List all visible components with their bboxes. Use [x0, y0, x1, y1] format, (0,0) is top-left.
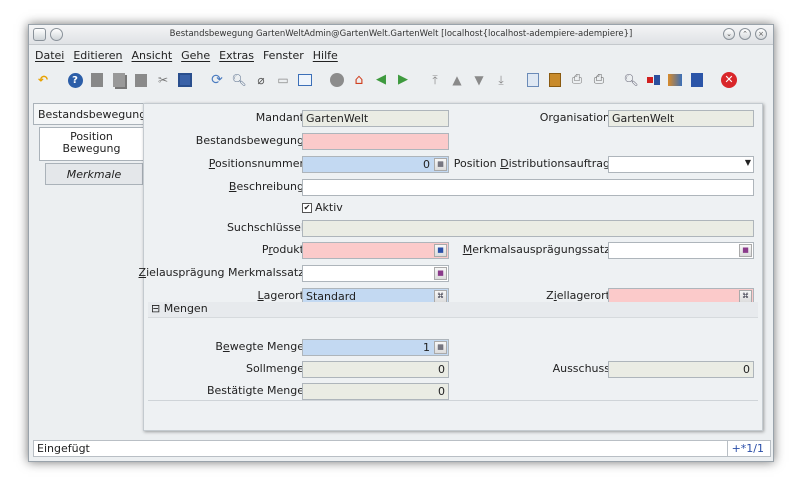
help-icon[interactable]: ?	[67, 72, 83, 88]
menu-editieren[interactable]: Editieren	[73, 49, 122, 62]
toolbar: ↶ ? ✂ ⟳ 🔍︎ ⌀ ▭ ⌂ ◀ ▶ ⤒ ▲ ▼ ⤓ ⎙ ⎙ 🔍︎ ✕	[29, 65, 773, 95]
sollmenge-label: Sollmenge	[245, 362, 304, 375]
next-record-icon[interactable]: ▼	[471, 72, 487, 88]
bewegte-menge-field[interactable]: 1 ▦	[302, 339, 449, 356]
window-title: Bestandsbewegung GartenWeltAdmin@GartenW…	[169, 29, 633, 39]
back-icon[interactable]: ◀	[373, 72, 389, 88]
first-record-icon[interactable]: ⤒	[427, 72, 443, 88]
attachment-icon[interactable]: ⌀	[253, 72, 269, 88]
undo-icon[interactable]: ↶	[35, 72, 51, 88]
menu-fenster[interactable]: Fenster	[263, 49, 304, 62]
previous-record-icon[interactable]: ▲	[449, 72, 465, 88]
menu-ansicht[interactable]: Ansicht	[132, 49, 173, 62]
merkmalsauspraegung-field[interactable]: ■	[608, 242, 754, 259]
mandant-label: Mandant	[255, 111, 304, 124]
bestandsbewegung-label: Bestandsbewegung	[195, 134, 304, 147]
copy-icon[interactable]	[111, 72, 127, 88]
print-preview-icon[interactable]: ⎙	[569, 72, 585, 88]
refresh-icon[interactable]: ⟳	[209, 72, 225, 88]
calculator-icon[interactable]: ▦	[434, 158, 447, 171]
product-search-icon[interactable]: ■	[434, 244, 447, 257]
menu-gehe[interactable]: Gehe	[181, 49, 210, 62]
request-icon[interactable]	[689, 72, 705, 88]
active-workflows-icon[interactable]	[645, 72, 661, 88]
positionsnummer-value: 0	[423, 158, 430, 171]
merkmalsauspraegung-label: Merkmalsausprägungssatz	[462, 243, 610, 256]
produkt-field[interactable]: ■	[302, 242, 449, 259]
sollmenge-field[interactable]: 0	[302, 361, 449, 378]
home-icon[interactable]: ⌂	[351, 72, 367, 88]
section-divider	[148, 400, 758, 401]
menu-datei[interactable]: Datei	[35, 49, 64, 62]
chevron-down-icon[interactable]: ▼	[745, 158, 751, 167]
suchschluessel-field[interactable]	[302, 220, 754, 237]
ausschuss-field[interactable]: 0	[608, 361, 754, 378]
title-bar: Bestandsbewegung GartenWeltAdmin@GartenW…	[29, 25, 773, 45]
status-bar: Eingefügt +*1/1	[33, 440, 771, 457]
zoom-across-icon[interactable]: 🔍︎	[623, 72, 639, 88]
bestaetigte-menge-field[interactable]: 0	[302, 383, 449, 400]
beschreibung-field[interactable]	[302, 179, 754, 196]
grid-toggle-icon[interactable]	[297, 72, 313, 88]
maximize-button[interactable]: ⌃	[739, 28, 751, 40]
organisation-field[interactable]: GartenWelt	[608, 110, 754, 127]
menu-hilfe[interactable]: Hilfe	[313, 49, 338, 62]
tab-position-bewegung-line2: Bewegung	[62, 142, 121, 155]
delete-selection-icon[interactable]: ✂	[155, 72, 171, 88]
zielauspraegung-label: Zielausprägung Merkmalssatz	[138, 266, 304, 279]
bestandsbewegung-field[interactable]	[302, 133, 449, 150]
tab-merkmale[interactable]: Merkmale	[45, 163, 143, 185]
new-icon[interactable]	[89, 72, 105, 88]
positionsnummer-label: Positionsnummer	[208, 157, 304, 170]
collapse-icon[interactable]: ⊟	[151, 302, 160, 315]
attribute-set-icon[interactable]: ■	[434, 267, 447, 280]
positionsnummer-field[interactable]: 0 ▦	[302, 156, 449, 173]
tab-position-bewegung[interactable]: Position Bewegung	[39, 127, 143, 161]
save-icon[interactable]	[177, 72, 193, 88]
record-panel: Mandant GartenWelt Organisation GartenWe…	[139, 103, 763, 431]
status-message: Eingefügt	[37, 442, 90, 455]
produkt-label: Produkt	[261, 243, 304, 256]
menu-extras[interactable]: Extras	[219, 49, 254, 62]
report-icon[interactable]	[525, 72, 541, 88]
record-info-button[interactable]: +*1/1	[726, 441, 768, 456]
chat-icon[interactable]: ▭	[275, 72, 291, 88]
mengen-section-header[interactable]: ⊟ Mengen	[148, 302, 758, 318]
content-area: Bestandsbewegung Position Bewegung Merkm…	[33, 99, 767, 437]
history-icon[interactable]	[329, 72, 345, 88]
mengen-section-label: Mengen	[163, 302, 208, 315]
bewegte-menge-value: 1	[423, 341, 430, 354]
ziellagerort-label: Ziellagerort	[546, 289, 610, 302]
checkmark-icon[interactable]: ✔	[302, 202, 312, 213]
distributionsauftrag-label: Position Distributionsauftrag	[453, 157, 610, 170]
close-button[interactable]: ×	[755, 28, 767, 40]
delete-icon[interactable]	[133, 72, 149, 88]
lagerort-label: Lagerort	[257, 289, 304, 302]
beschreibung-label: Beschreibung	[228, 180, 304, 193]
attribute-set-icon[interactable]: ■	[739, 244, 752, 257]
distributionsauftrag-select[interactable]: ▼	[608, 156, 754, 173]
bewegte-menge-label: Bewegte Menge	[215, 340, 304, 353]
organisation-label: Organisation	[539, 111, 610, 124]
suchschluessel-label: Suchschlüssel	[226, 221, 304, 234]
bestaetigte-menge-label: Bestätigte Menge	[206, 384, 304, 397]
app-window: Bestandsbewegung GartenWeltAdmin@GartenW…	[28, 24, 774, 462]
ausschuss-label: Ausschuss	[552, 362, 610, 375]
calculator-icon[interactable]: ▦	[434, 341, 447, 354]
aktiv-label: Aktiv	[315, 201, 343, 214]
tab-bestandsbewegung[interactable]: Bestandsbewegung	[33, 103, 146, 125]
menu-bar: Datei Editieren Ansicht Gehe Extras Fens…	[29, 45, 773, 65]
find-icon[interactable]: 🔍︎	[231, 72, 247, 88]
mandant-field[interactable]: GartenWelt	[302, 110, 449, 127]
product-info-icon[interactable]	[667, 72, 683, 88]
aktiv-checkbox[interactable]: ✔ Aktiv	[302, 201, 343, 214]
print-icon[interactable]: ⎙	[591, 72, 607, 88]
zielauspraegung-field[interactable]: ■	[302, 265, 449, 282]
tab-list: Bestandsbewegung Position Bewegung Merkm…	[33, 103, 146, 187]
close-window-icon[interactable]: ✕	[721, 72, 737, 88]
last-record-icon[interactable]: ⤓	[493, 72, 509, 88]
minimize-button[interactable]: ⌄	[723, 28, 735, 40]
archive-icon[interactable]	[547, 72, 563, 88]
forward-icon[interactable]: ▶	[395, 72, 411, 88]
